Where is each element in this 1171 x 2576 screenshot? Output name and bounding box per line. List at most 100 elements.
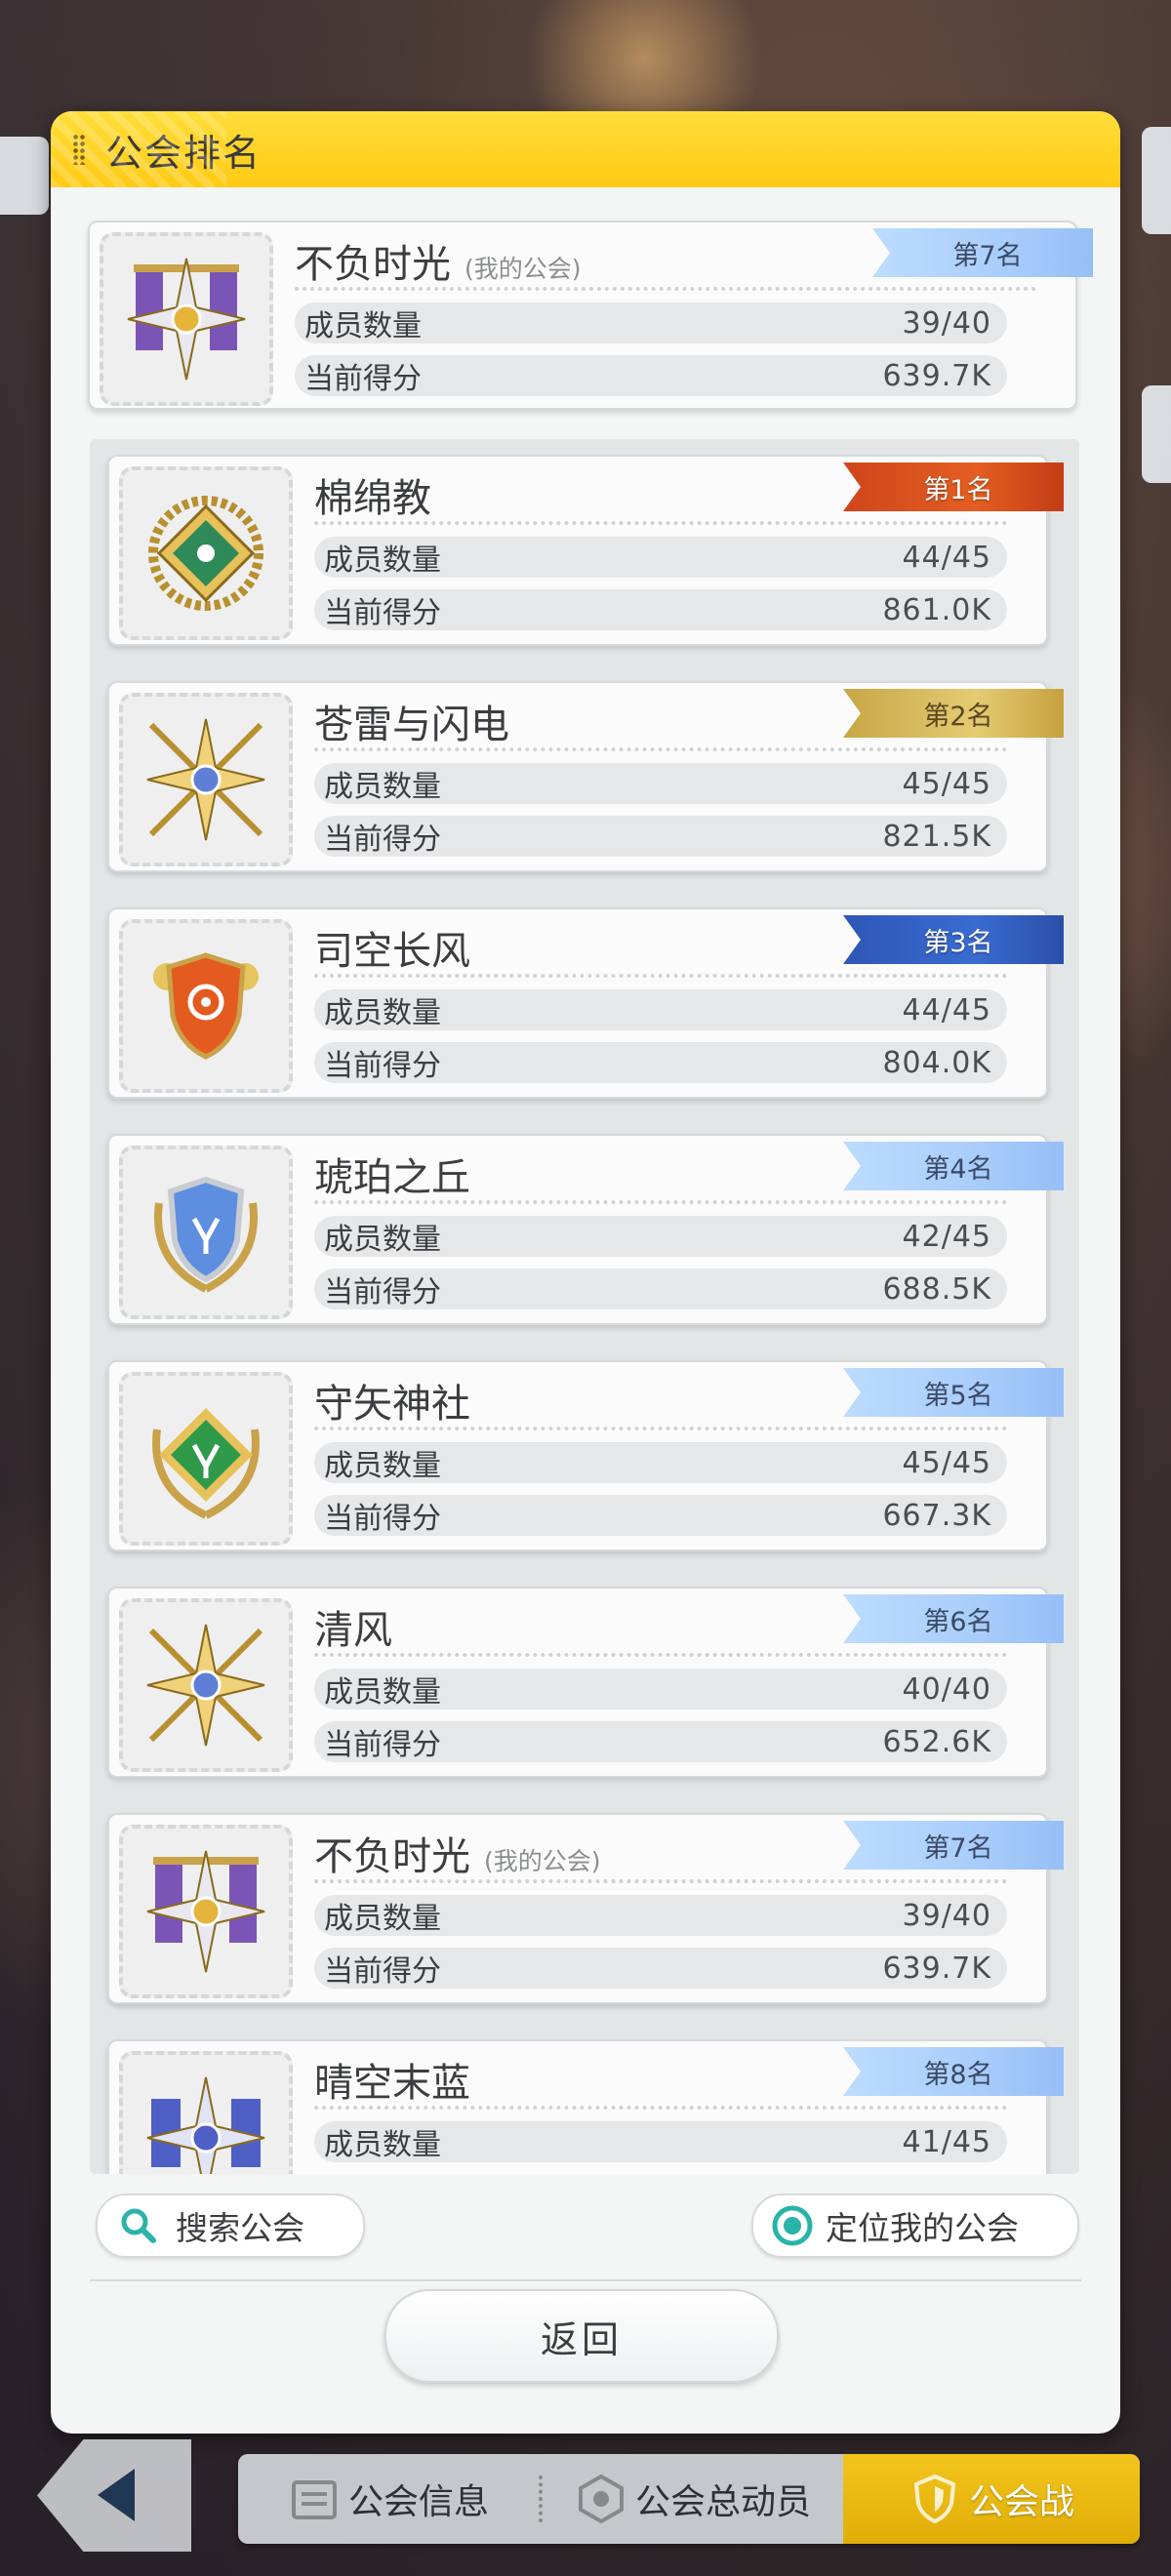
guild-name-text: 守矢神社	[314, 1382, 470, 1427]
divider	[314, 1200, 1007, 1204]
my-guild-card[interactable]: 不负时光 (我的公会) 成员数量 39/40 当前得分 639.7K 第7名	[88, 221, 1093, 410]
rank-ribbon: 第7名	[843, 1821, 1064, 1870]
members-label: 成员数量	[324, 996, 441, 1030]
back-arrow-icon	[98, 2469, 135, 2521]
blue-shield-deer-laurel-icon	[154, 1176, 258, 1293]
orange-shield-floral-icon	[153, 952, 259, 1060]
divider	[314, 521, 1007, 525]
tab-label: 公会信息	[347, 2482, 489, 2522]
score-row: 当前得分 804.0K	[314, 1042, 1007, 1083]
side-panel-button[interactable]	[1142, 385, 1171, 483]
members-value: 39/40	[902, 1898, 991, 1933]
side-menu-button[interactable]	[1142, 127, 1171, 234]
guild-name-text: 清风	[314, 1608, 392, 1653]
guild-name: 守矢神社	[314, 1372, 470, 1429]
score-value: 861.0K	[882, 592, 991, 627]
score-row: 当前得分 639.7K	[295, 355, 1007, 396]
members-row: 成员数量 39/40	[314, 1895, 1007, 1936]
tab-guild-info[interactable]: 公会信息	[238, 2454, 539, 2544]
divider	[314, 1879, 1007, 1883]
rank-ribbon: 第5名	[843, 1368, 1064, 1417]
purple-banner-compass-icon	[146, 1850, 265, 1973]
members-row: 成员数量 39/40	[295, 302, 1007, 343]
score-label: 当前得分	[304, 362, 422, 396]
my-guild-tag: (我的公会)	[464, 255, 582, 283]
score-label: 当前得分	[324, 1275, 441, 1309]
guild-card[interactable]: 琥珀之丘 成员数量 42/45 当前得分 688.5K 第4名	[107, 1134, 1064, 1325]
guild-emblem	[119, 2051, 293, 2174]
score-value: 804.0K	[882, 1045, 991, 1080]
score-label: 当前得分	[324, 823, 441, 857]
rank-ribbon: 第4名	[843, 1142, 1064, 1190]
score-value: 652.6K	[882, 1724, 991, 1759]
members-label: 成员数量	[304, 309, 422, 343]
score-label: 当前得分	[324, 1502, 441, 1536]
members-label: 成员数量	[324, 1449, 441, 1483]
divider	[314, 1653, 1007, 1657]
guild-card[interactable]: 不负时光 (我的公会) 成员数量 39/40 当前得分 639.7K 第7名	[107, 1813, 1064, 2004]
green-diamond-deer-laurel-icon	[152, 1408, 260, 1519]
members-label: 成员数量	[324, 1223, 441, 1257]
members-value: 44/45	[902, 992, 991, 1027]
my-guild-emblem	[100, 232, 273, 406]
members-row: 成员数量 45/45	[314, 1442, 1007, 1483]
guild-emblem	[119, 919, 293, 1093]
search-guild-button[interactable]: 搜索公会	[96, 2194, 365, 2258]
members-row: 成员数量 45/45	[314, 763, 1007, 804]
ranking-list[interactable]: 棉绵教成员数量 44/45 当前得分 861.0K 第1名苍雷与闪电成员数量 45/45 当…	[90, 439, 1079, 2174]
dialog-header: 公会排名	[51, 111, 1120, 187]
members-label: 成员数量	[324, 2128, 441, 2162]
rank-ribbon: 第3名	[843, 915, 1064, 964]
locate-my-guild-button[interactable]: 定位我的公会	[751, 2194, 1079, 2258]
score-label: 当前得分	[324, 1049, 441, 1083]
guild-card[interactable]: 清风 成员数量 40/40 当前得分 652.6K 第6名	[107, 1587, 1064, 1778]
rank-ribbon: 第1名	[843, 463, 1064, 511]
guild-name: 棉绵教	[314, 466, 431, 523]
guild-name-text: 司空长风	[314, 929, 470, 974]
members-value: 42/45	[902, 1219, 991, 1254]
guild-card[interactable]: 苍雷与闪电 成员数量 45/45 当前得分 821.5K 第2名	[107, 681, 1064, 872]
bottom-tab-bar: 公会信息 公会总动员 公会战	[238, 2454, 1140, 2544]
guild-card[interactable]: 棉绵教 成员数量 44/45 当前得分 861.0K 第1名	[107, 455, 1064, 646]
guild-name: 苍雷与闪电	[314, 693, 509, 749]
score-label: 当前得分	[324, 1954, 441, 1989]
guild-card[interactable]: 晴空末蓝成员数量 41/45 当前得分 第8名	[107, 2039, 1064, 2174]
tab-guild-war[interactable]: 公会战	[843, 2454, 1140, 2544]
score-label: 当前得分	[324, 2173, 441, 2174]
members-value: 41/45	[902, 2124, 991, 2159]
guild-card[interactable]: 司空长风成员数量 44/45 当前得分 804.0K 第3名	[107, 907, 1064, 1099]
score-value: 688.5K	[882, 1271, 991, 1307]
members-label: 成员数量	[324, 1902, 441, 1936]
score-row: 当前得分 821.5K	[314, 816, 1007, 857]
guild-emblem	[119, 1598, 293, 1772]
footer-divider	[90, 2279, 1081, 2281]
divider	[314, 1427, 1007, 1430]
members-row: 成员数量 42/45	[314, 1216, 1007, 1257]
guild-name-text: 不负时光	[295, 242, 451, 287]
members-row: 成员数量 44/45	[314, 989, 1007, 1030]
score-row: 当前得分 652.6K	[314, 1721, 1007, 1762]
score-row: 当前得分 639.7K	[314, 1948, 1007, 1989]
thorn-wreath-green-diamond-icon	[148, 496, 263, 611]
score-row: 当前得分 667.3K	[314, 1495, 1007, 1536]
members-value: 39/40	[902, 305, 991, 341]
tab-guild-mobilize[interactable]: 公会总动员	[543, 2454, 843, 2544]
guild-ranking-dialog: 公会排名 不负时光 (我的公会) 成员数量 39/40 当前得分 639.7K 第…	[51, 111, 1120, 2434]
tab-label: 公会总动员	[634, 2482, 811, 2522]
search-icon	[121, 2208, 156, 2243]
score-value: 639.7K	[882, 1951, 991, 1986]
tab-label: 公会战	[968, 2482, 1074, 2522]
rank-ribbon: 第7名	[872, 228, 1093, 277]
purple-banner-compass-icon	[127, 258, 246, 381]
my-guild-name: 不负时光 (我的公会)	[295, 232, 582, 289]
members-row: 成员数量 40/40	[314, 1669, 1007, 1710]
back-button[interactable]: 返回	[384, 2289, 779, 2383]
members-value: 44/45	[902, 540, 991, 575]
score-label: 当前得分	[324, 1728, 441, 1762]
guild-name: 晴空末蓝	[314, 2051, 470, 2108]
header-pattern	[51, 111, 226, 187]
guild-card[interactable]: 守矢神社成员数量 45/45 当前得分 667.3K 第5名	[107, 1360, 1064, 1551]
locate-my-guild-label: 定位我的公会	[826, 2209, 1019, 2247]
guild-name-text: 晴空末蓝	[314, 2061, 470, 2106]
score-label: 当前得分	[324, 596, 441, 630]
